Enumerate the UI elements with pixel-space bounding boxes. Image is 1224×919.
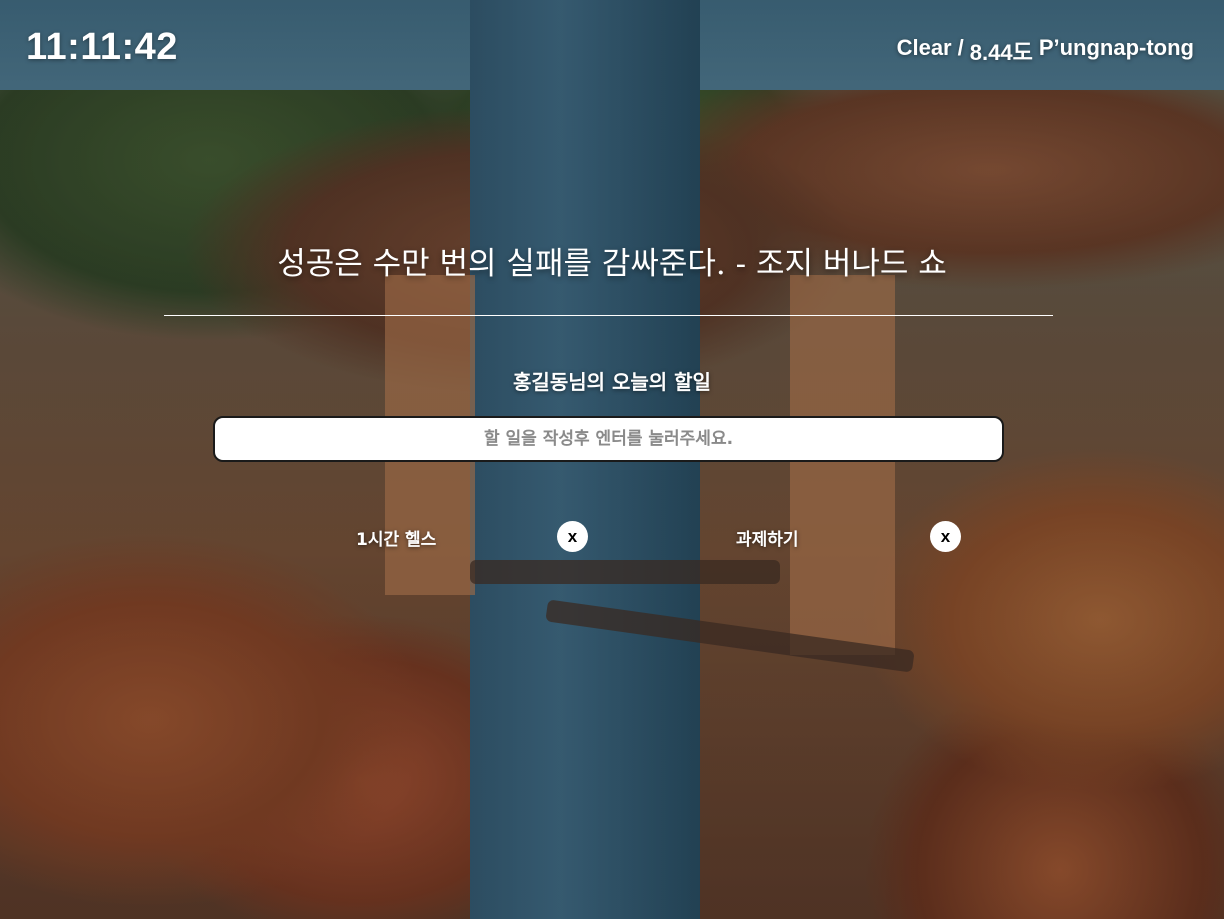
todo-item-label: 1시간 헬스	[356, 529, 437, 550]
weather-condition: Clear	[896, 35, 952, 60]
todo-item-label: 과제하기	[736, 529, 799, 550]
weather-separator: /	[957, 35, 964, 60]
todo-input[interactable]	[213, 416, 1004, 462]
clock: 11:11:42	[26, 26, 178, 68]
todo-delete-button[interactable]: x	[557, 521, 588, 552]
todo-greeting: 홍길동님의 오늘의 할일	[513, 370, 711, 394]
weather-temperature: 8.44도	[969, 40, 1033, 65]
quote-text: 성공은 수만 번의 실패를 감싸준다. - 조지 버나드 쇼	[277, 246, 947, 282]
todo-delete-button[interactable]: x	[930, 521, 961, 552]
weather-display: Clear / 8.44도 P’ungnap-tong	[897, 35, 1194, 67]
todo-item-homework: 과제하기 x	[736, 521, 976, 553]
divider-line	[164, 315, 1053, 316]
todo-item-health: 1시간 헬스 x	[356, 521, 596, 553]
background-bridge-upper	[470, 560, 780, 584]
weather-location: P’ungnap-tong	[1038, 35, 1194, 60]
background-tower-right	[790, 275, 895, 655]
